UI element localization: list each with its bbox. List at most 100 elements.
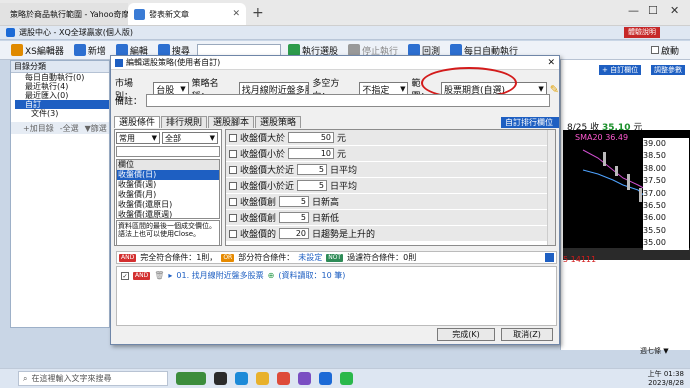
chevron-down-icon: ▼	[151, 134, 157, 142]
ok-button[interactable]: 完成(K)	[437, 328, 495, 341]
and-badge: AND	[133, 271, 151, 280]
checkbox[interactable]	[229, 133, 237, 142]
minimize-icon[interactable]: —	[628, 4, 639, 17]
checkbox[interactable]	[229, 149, 237, 158]
checkbox[interactable]	[229, 181, 237, 190]
condition-row[interactable]: 收盤價小於 10 元	[226, 146, 555, 162]
close-icon[interactable]: ✕	[232, 9, 240, 19]
condition-row[interactable]: 收盤價的 20 日趨勢是上升的	[226, 226, 555, 242]
custom-field-button[interactable]: + 自訂欄位	[599, 65, 642, 75]
dialog-icon	[115, 58, 123, 67]
tab-strategy[interactable]: 選股策略	[255, 116, 302, 128]
pencil-icon[interactable]: ✎	[550, 83, 559, 96]
volume-readout: 5 14111	[563, 255, 597, 264]
note-row: 備註：	[115, 94, 551, 107]
checkbox[interactable]	[650, 46, 659, 54]
maximize-icon[interactable]: ☐	[648, 4, 658, 17]
chevron-down-icon: ▼	[180, 85, 186, 93]
help-badge[interactable]: 體驗說明	[624, 27, 660, 38]
weather-icon[interactable]	[176, 372, 206, 385]
condition-value[interactable]: 5	[297, 164, 328, 175]
tab-ranking[interactable]: 排行規則	[161, 116, 208, 128]
taskbar-search[interactable]: ⌕ 在這裡輸入文字來搜尋	[18, 371, 168, 386]
tree-item-docs[interactable]: 文件(3)	[11, 109, 109, 118]
field-search-input[interactable]	[116, 146, 220, 157]
condition-value[interactable]: 10	[288, 148, 335, 159]
app-title: 選股中心 - XQ全球贏家(個人版)	[19, 28, 133, 37]
trash-icon[interactable]: 🗑	[154, 271, 164, 280]
browser-tab-yahoo[interactable]: 策略於商品執行範圍 - Yahoo奇摩 ✕	[0, 3, 128, 25]
tab-conditions[interactable]: 選股條件	[114, 116, 161, 128]
filter-common-select[interactable]: 常用 ▼	[116, 132, 160, 144]
field-item[interactable]: 收盤價(月)	[117, 190, 219, 200]
field-list[interactable]: 欄位 收盤價(日) 收盤價(週) 收盤價(月) 收盤價(還原日) 收盤價(還原週…	[116, 159, 220, 219]
chevron-down-icon: ▼	[538, 85, 544, 93]
select-all-button[interactable]: -全選	[60, 123, 79, 134]
candle	[627, 174, 630, 190]
checkbox[interactable]	[229, 165, 237, 174]
tree-item-imported[interactable]: 最近匯入(0)	[11, 91, 109, 100]
dialog-close-icon[interactable]: ✕	[547, 58, 555, 68]
tab-title: 發表新文章	[149, 9, 189, 19]
checkbox[interactable]	[229, 229, 237, 238]
condition-value[interactable]: 5	[279, 196, 310, 207]
add-folder-button[interactable]: +加目錄	[23, 123, 54, 134]
condition-list[interactable]: 收盤價大於 50 元 收盤價小於 10 元 收盤價大於近 5 日平均 收盤價小於近 5 日平均 …	[225, 129, 556, 246]
task-view-icon[interactable]	[214, 372, 227, 385]
tree-item-recent[interactable]: 最近執行(4)	[11, 82, 109, 91]
chevron-down-icon: ▼	[209, 134, 215, 142]
tab-script[interactable]: 選股腳本	[208, 116, 255, 128]
clock[interactable]: 上午 01:38 2023/8/28	[648, 370, 684, 388]
checkbox[interactable]	[229, 213, 237, 222]
filter-all-select[interactable]: 全部 ▼	[162, 132, 218, 144]
collapse-icon[interactable]	[545, 253, 554, 262]
browser-tab-new-post[interactable]: 發表新文章 ✕	[128, 3, 246, 25]
custom-rank-button[interactable]: 自訂排行欄位 +	[501, 117, 559, 138]
info-icon[interactable]: ⊕	[268, 271, 275, 280]
field-item[interactable]: 收盤價(週)	[117, 180, 219, 190]
folder-icon[interactable]	[256, 372, 269, 385]
chevron-right-icon[interactable]: ▸	[168, 271, 172, 280]
field-filters: 常用 ▼ 全部 ▼	[115, 130, 221, 146]
new-tab-icon[interactable]: +	[252, 5, 264, 21]
condition-row[interactable]: 收盤價大於近 5 日平均	[226, 162, 555, 178]
app-title-bar: 選股中心 - XQ全球贏家(個人版)	[0, 26, 690, 40]
field-item[interactable]: 收盤價(日)	[117, 170, 219, 180]
app-icon[interactable]	[298, 372, 311, 385]
chevron-down-icon: ▼	[400, 85, 406, 93]
xs-editor-button[interactable]: XS編輯器	[8, 43, 67, 58]
line-icon[interactable]	[340, 372, 353, 385]
condition-row[interactable]: 收盤價創 5 日新低	[226, 210, 555, 226]
tree-item-custom[interactable]: 自訂	[15, 100, 109, 109]
condition-value[interactable]: 50	[288, 132, 335, 143]
new-button[interactable]: 新增	[71, 43, 109, 58]
condition-row[interactable]: 收盤價小於近 5 日平均	[226, 178, 555, 194]
chrome-icon[interactable]	[277, 372, 290, 385]
note-input[interactable]	[146, 94, 551, 107]
condition-name[interactable]: 01. 找月線附近盤多股票	[176, 270, 263, 281]
applied-condition-row[interactable]: ✓ AND 🗑 ▸ 01. 找月線附近盤多股票 ⊕ (資料讀取：10 筆)	[117, 267, 556, 284]
edge-icon[interactable]	[235, 372, 248, 385]
autostart-checkbox[interactable]: 啟動	[648, 43, 682, 58]
adjust-param-button[interactable]: 調整參數	[651, 65, 685, 75]
field-item[interactable]: 收盤價(還原週)	[117, 210, 219, 218]
checkbox[interactable]	[229, 197, 237, 206]
xq-taskbar-icon[interactable]	[319, 372, 332, 385]
candle	[639, 188, 642, 202]
condition-row[interactable]: 收盤價創 5 日新高	[226, 194, 555, 210]
condition-scrollbar[interactable]	[547, 130, 555, 245]
field-item[interactable]: 收盤價(還原日)	[117, 200, 219, 210]
condition-value[interactable]: 5	[279, 212, 310, 223]
condition-row[interactable]: 收盤價大於 50 元	[226, 130, 555, 146]
window-close-icon[interactable]: ✕	[670, 4, 679, 17]
condition-value[interactable]: 5	[297, 180, 328, 191]
panel-tools: +加目錄 -全選 ▼篩選	[11, 122, 109, 134]
filter-button[interactable]: ▼篩選	[85, 123, 107, 134]
chart-bottom-label[interactable]: 週七條 ▼	[640, 346, 669, 356]
dialog-title: 編輯選股策略(使用者自訂)	[126, 58, 221, 67]
cancel-button[interactable]: 取消(Z)	[501, 328, 553, 341]
tree-item-daily[interactable]: 每日自動執行(0)	[11, 73, 109, 82]
windows-taskbar: ⌕ 在這裡輸入文字來搜尋 上午 01:38 2023/8/28	[0, 368, 690, 388]
condition-value[interactable]: 20	[279, 228, 310, 239]
checkbox[interactable]: ✓	[121, 271, 129, 280]
